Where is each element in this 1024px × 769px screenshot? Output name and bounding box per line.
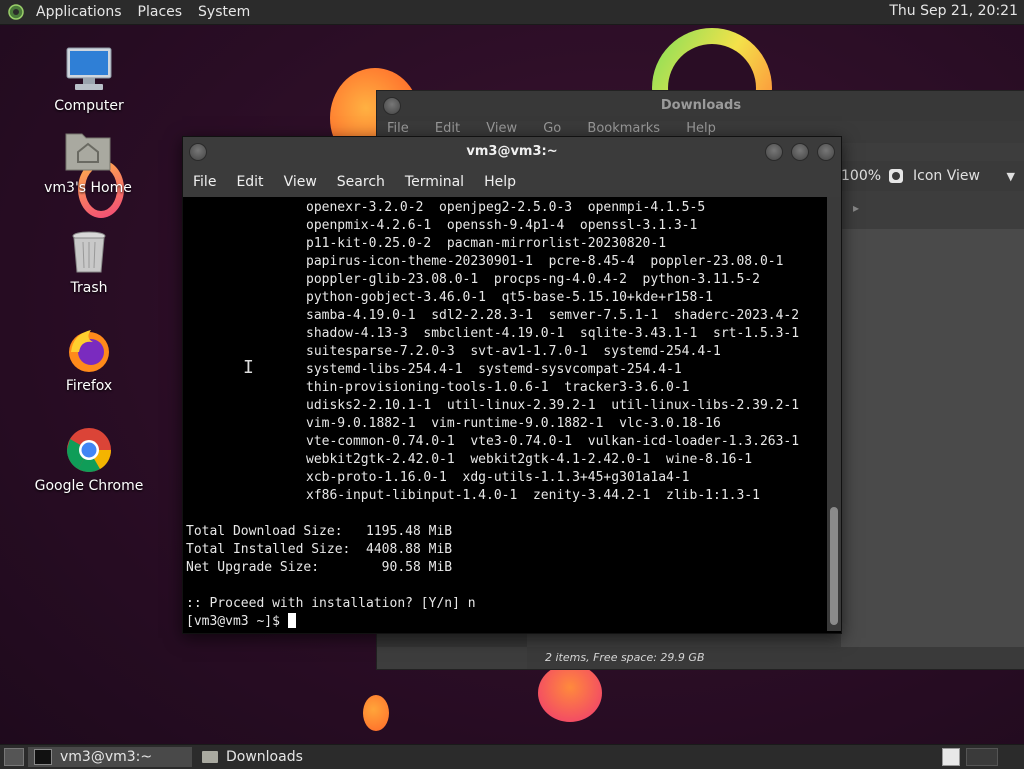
menu-search[interactable]: Search [337,174,385,190]
scrollbar-thumb[interactable] [830,507,838,625]
terminal-titlebar[interactable]: vm3@vm3:~ [183,137,841,167]
package-line: openexr-3.2.0-2 openjpeg2-2.5.0-3 openmp… [306,200,706,215]
desktop-icon-firefox[interactable]: Firefox [34,326,144,394]
install-prompt: :: Proceed with installation? [Y/n] n [186,596,476,611]
upgrade-size: Net Upgrade Size: 90.58 MiB [186,560,453,575]
menu-file[interactable]: File [387,121,409,136]
view-mode-select[interactable]: Icon View [913,168,980,184]
package-line: xf86-input-libinput-1.4.0-1 zenity-3.44.… [306,488,760,503]
workspace-switcher-inactive[interactable] [966,748,998,766]
menu-help[interactable]: Help [484,174,516,190]
bottom-taskbar: vm3@vm3:~ Downloads [0,744,1024,769]
terminal-window[interactable]: vm3@vm3:~ File Edit View Search Terminal… [182,136,842,634]
package-line: suitesparse-7.2.0-3 svt-av1-1.7.0-1 syst… [306,344,721,359]
menu-bookmarks[interactable]: Bookmarks [587,121,660,136]
chevron-down-icon[interactable]: ▼ [1007,170,1015,183]
desktop-icon-computer[interactable]: Computer [34,46,144,114]
terminal-menubar: File Edit View Search Terminal Help [183,167,841,197]
chevron-right-icon[interactable]: ▸ [853,201,859,215]
package-line: vte-common-0.74.0-1 vte3-0.74.0-1 vulkan… [306,434,800,449]
desktop-icon-label: Firefox [65,378,113,394]
zoom-level: 100% [841,168,882,184]
desktop-icon-label: vm3's Home [44,180,132,196]
desktop-icon-chrome[interactable]: Google Chrome [34,426,144,494]
package-line: poppler-glib-23.08.0-1 procps-ng-4.0.4-2… [306,272,760,287]
status-text: 2 items, Free space: 29.9 GB [545,651,705,664]
package-line: samba-4.19.0-1 sdl2-2.28.3-1 semver-7.5.… [306,308,800,323]
menu-file[interactable]: File [193,174,216,190]
home-folder-icon [64,128,112,176]
show-desktop-icon[interactable] [4,748,24,766]
package-list: openexr-3.2.0-2 openjpeg2-2.5.0-3 openmp… [306,199,799,505]
menu-edit[interactable]: Edit [435,121,460,136]
file-manager-titlebar[interactable]: Downloads [377,91,1024,121]
menu-edit[interactable]: Edit [236,174,263,190]
shell-prompt: [vm3@vm3 ~]$ [186,614,288,629]
desktop-icon-home[interactable]: vm3's Home [33,128,143,196]
zoom-reset-icon[interactable] [889,169,904,183]
wallpaper-small-shape [363,695,389,731]
close-button[interactable] [817,143,835,161]
package-line: papirus-icon-theme-20230901-1 pcre-8.45-… [306,254,784,269]
maximize-button[interactable] [791,143,809,161]
workspace-switcher[interactable] [942,748,960,766]
taskbar-item-label: Downloads [226,749,303,765]
package-line: systemd-libs-254.4-1 systemd-sysvcompat-… [306,362,682,377]
package-line: openpmix-4.2.6-1 openssh-9.4p1-4 openssl… [306,218,698,233]
clock[interactable]: Thu Sep 21, 20:21 [889,3,1018,19]
terminal-scrollbar[interactable] [827,197,841,631]
package-line: p11-kit-0.25.0-2 pacman-mirrorlist-20230… [306,236,667,251]
desktop-icon-trash[interactable]: Trash [34,228,144,296]
desktop-icon-label: Computer [54,98,124,114]
desktop-icon-label: Google Chrome [34,478,144,494]
window-menu-button[interactable] [383,97,401,115]
download-size: Total Download Size: 1195.48 MiB [186,524,453,539]
window-title: Downloads [660,98,742,113]
top-panel: Applications Places System Thu Sep 21, 2… [0,0,1024,25]
terminal-output[interactable]: openexr-3.2.0-2 openjpeg2-2.5.0-3 openmp… [183,197,827,631]
installed-size: Total Installed Size: 4408.88 MiB [186,542,453,557]
package-line: xcb-proto-1.16.0-1 xdg-utils-1.1.3+45+g3… [306,470,690,485]
file-manager-content-pane[interactable] [841,229,1024,647]
file-manager-statusbar: 2 items, Free space: 29.9 GB [527,647,1024,669]
text-cursor [287,613,296,628]
mate-logo-icon[interactable] [8,4,24,20]
chrome-icon [65,426,113,474]
package-line: vim-9.0.1882-1 vim-runtime-9.0.1882-1 vl… [306,416,721,431]
package-line: thin-provisioning-tools-1.0.6-1 tracker3… [306,380,690,395]
trash-icon [65,228,113,276]
folder-icon [202,751,218,763]
taskbar-item-terminal[interactable]: vm3@vm3:~ [28,747,192,767]
taskbar-item-label: vm3@vm3:~ [60,749,153,765]
desktop-icon-label: Trash [70,280,108,296]
places-menu[interactable]: Places [130,4,191,20]
minimize-button[interactable] [765,143,783,161]
menu-terminal[interactable]: Terminal [405,174,464,190]
firefox-icon [65,326,113,374]
window-menu-button[interactable] [189,143,207,161]
package-line: python-gobject-3.46.0-1 qt5-base-5.15.10… [306,290,713,305]
system-menu[interactable]: System [190,4,258,20]
package-line: webkit2gtk-2.42.0-1 webkit2gtk-4.1-2.42.… [306,452,753,467]
package-line: shadow-4.13-3 smbclient-4.19.0-1 sqlite-… [306,326,800,341]
menu-view[interactable]: View [284,174,317,190]
applications-menu[interactable]: Applications [28,4,130,20]
wallpaper-pink-shape [538,664,602,722]
file-manager-toolbar: 100% Icon View ▼ [841,161,1024,191]
menu-view[interactable]: View [486,121,517,136]
size-summary: Total Download Size: 1195.48 MiB Total I… [186,523,476,631]
taskbar-item-downloads[interactable]: Downloads [196,747,378,767]
menu-help[interactable]: Help [686,121,716,136]
text-cursor-ibeam-icon: I [243,357,254,378]
computer-icon [65,46,113,94]
window-title: vm3@vm3:~ [466,144,558,159]
terminal-icon [34,749,52,765]
package-line: udisks2-2.10.1-1 util-linux-2.39.2-1 uti… [306,398,800,413]
menu-go[interactable]: Go [543,121,561,136]
